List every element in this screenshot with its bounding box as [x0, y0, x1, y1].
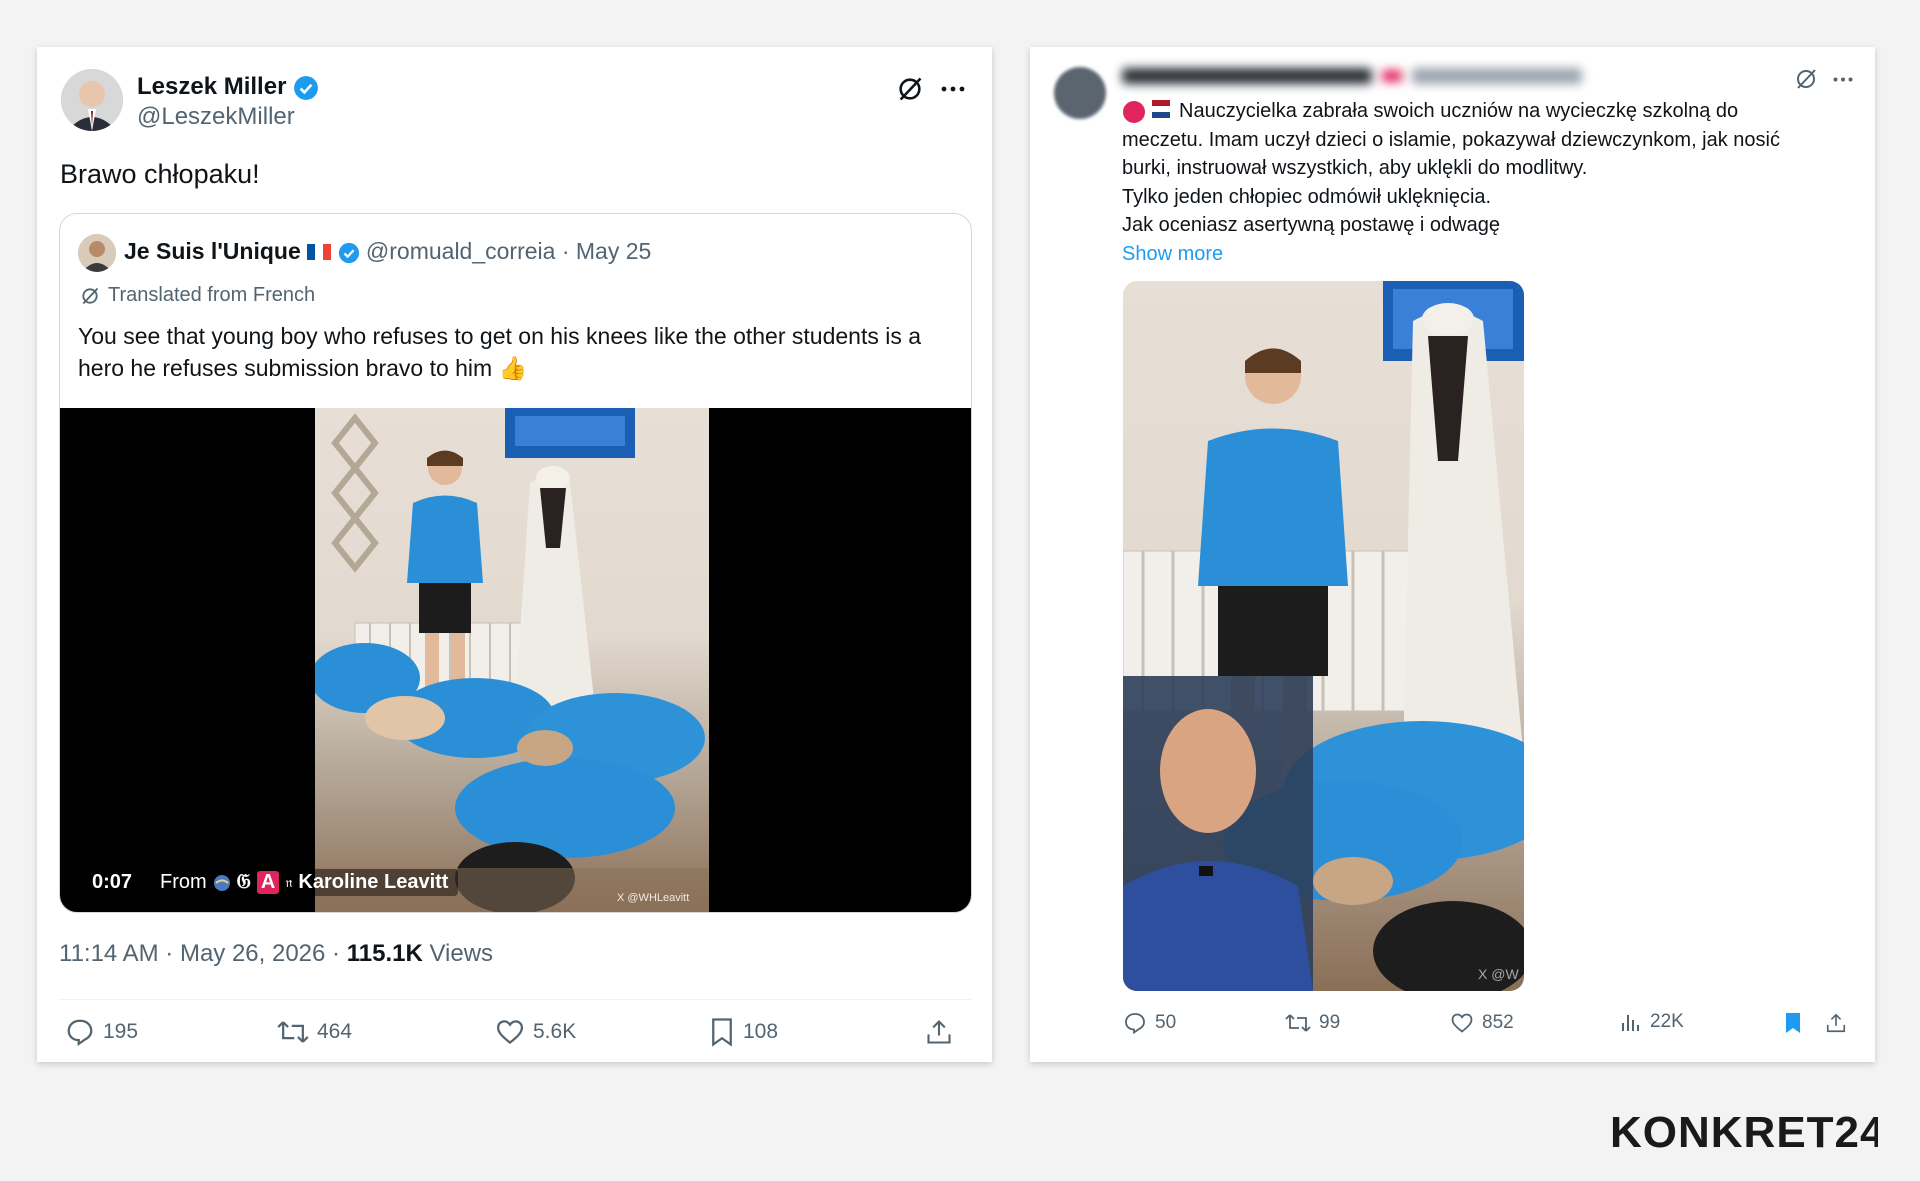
- views-button[interactable]: 22K: [1620, 1011, 1684, 1033]
- more-icon[interactable]: [935, 71, 971, 107]
- like-count: 852: [1482, 1012, 1514, 1033]
- video-watermark: X @W: [1478, 966, 1519, 982]
- right-post-card: Nauczycielka zabrała swoich uczniów na w…: [1030, 47, 1875, 1062]
- video-from-text: From: [160, 871, 207, 893]
- bookmark-button[interactable]: 108: [709, 1017, 778, 1047]
- video-frame: [315, 408, 709, 912]
- like-button[interactable]: 5.6K: [495, 1017, 576, 1047]
- reply-button[interactable]: 50: [1123, 1011, 1176, 1035]
- post-text-line: meczetu. Imam uczył dzieci o islamie, po…: [1122, 128, 1780, 151]
- video-player[interactable]: 0:07 From 𝔊 A 𝔫 Karoline Leavitt X @WHLe…: [60, 408, 971, 912]
- post-timestamp[interactable]: 11:14 AM · May 26, 2026 ·: [59, 940, 347, 967]
- analytics-icon: [1622, 1015, 1639, 1031]
- like-button[interactable]: 852: [1450, 1011, 1514, 1035]
- konkret24-logo: KONKRET24: [1610, 1105, 1885, 1157]
- post-text-line: burki, instruował wszystkich, aby uklękl…: [1122, 157, 1588, 179]
- video-timestamp: 0:07: [92, 871, 133, 893]
- avatar[interactable]: [1054, 67, 1106, 119]
- quote-author-handle[interactable]: @romuald_correia: [366, 238, 556, 264]
- repost-count: 464: [317, 1020, 353, 1043]
- share-icon: [1826, 1013, 1846, 1033]
- france-flag-icon: [307, 244, 332, 260]
- quote-text: You see that young boy who refuses to ge…: [78, 323, 922, 381]
- post-text-line: Jak oceniasz asertywną postawę i odwagę: [1122, 214, 1500, 236]
- quote-author-name[interactable]: Je Suis l'Unique: [124, 238, 301, 264]
- verified-badge-icon: [294, 75, 318, 100]
- video-source-name: Karoline Leavitt: [298, 871, 449, 893]
- author-name[interactable]: Leszek Miller: [137, 73, 319, 101]
- reply-icon: [1125, 1013, 1145, 1035]
- blurred-author: [1122, 63, 1592, 89]
- quote-avatar[interactable]: [78, 234, 116, 272]
- left-post-card: Leszek Miller @LeszekMiller Brawo chłopa…: [37, 47, 992, 1062]
- bookmark-count: 108: [743, 1020, 779, 1043]
- repost-icon: [1285, 1014, 1311, 1032]
- heart-icon: [1451, 1013, 1473, 1033]
- bookmark-button[interactable]: [1783, 1011, 1803, 1035]
- repost-icon: [277, 1021, 309, 1043]
- heart-icon: [496, 1020, 524, 1045]
- post-text: Nauczycielka zabrała swoich uczniów na w…: [1122, 97, 1852, 268]
- post-text: Brawo chłopaku!: [60, 159, 260, 189]
- post-text-line-0: Nauczycielka zabrała swoich uczniów na w…: [1179, 100, 1739, 122]
- divider: [59, 999, 972, 1000]
- author-handle[interactable]: @LeszekMiller: [137, 103, 295, 131]
- like-count: 5.6K: [533, 1020, 577, 1043]
- reply-count: 50: [1155, 1012, 1177, 1033]
- author-name-text[interactable]: Leszek Miller: [137, 73, 286, 100]
- bookmark-icon: [712, 1018, 732, 1047]
- quoted-post[interactable]: Je Suis l'Unique @romuald_correia · May …: [59, 213, 972, 913]
- repost-button[interactable]: 464: [277, 1017, 352, 1047]
- reply-count: 195: [103, 1020, 139, 1043]
- video-watermark: X @WHLeavitt: [617, 892, 690, 904]
- repost-count: 99: [1319, 1012, 1341, 1033]
- reply-button[interactable]: 195: [65, 1017, 138, 1047]
- translated-label: Translated from French: [80, 284, 315, 307]
- verified-badge-icon: [338, 242, 359, 264]
- video-source-label[interactable]: From 𝔊 A 𝔫 Karoline Leavitt: [150, 869, 459, 896]
- flag-icon: 𝔫: [285, 874, 293, 890]
- bookmark-filled-icon: [1786, 1013, 1800, 1033]
- post-meta: 11:14 AM · May 26, 2026 · 115.1K Views: [59, 940, 493, 968]
- avatar[interactable]: [61, 69, 123, 131]
- reply-icon: [67, 1019, 93, 1047]
- show-more-link[interactable]: Show more: [1122, 240, 1852, 269]
- flag-icon: 𝔊: [236, 871, 251, 893]
- share-icon: [927, 1020, 951, 1044]
- grok-icon: [82, 287, 99, 304]
- grok-icon[interactable]: [892, 71, 928, 107]
- grok-icon[interactable]: [1790, 63, 1822, 95]
- views-count: 115.1K: [346, 940, 423, 967]
- views-label: Views: [422, 940, 494, 967]
- translated-label-text: Translated from French: [108, 284, 316, 306]
- presenter-overlay: [1123, 676, 1313, 991]
- share-button[interactable]: [1825, 1011, 1847, 1035]
- views-count: 22K: [1650, 1011, 1684, 1032]
- source-badge: A: [256, 871, 280, 894]
- quote-header: Je Suis l'Unique @romuald_correia · May …: [124, 238, 651, 265]
- quote-date: · May 25: [561, 238, 652, 264]
- repost-button[interactable]: 99: [1285, 1011, 1340, 1035]
- globe-icon: [213, 874, 230, 891]
- post-text-line: Nauczycielka zabrała swoich uczniów na w…: [1122, 97, 1852, 126]
- post-text-line: Tylko jeden chłopiec odmówił uklęknięcia…: [1122, 185, 1492, 208]
- video-player[interactable]: X @W: [1123, 281, 1524, 991]
- flags-icon: [1122, 99, 1173, 124]
- logo-text: KONKRET24: [1610, 1108, 1878, 1155]
- share-button[interactable]: [925, 1017, 953, 1047]
- more-icon[interactable]: [1827, 63, 1859, 95]
